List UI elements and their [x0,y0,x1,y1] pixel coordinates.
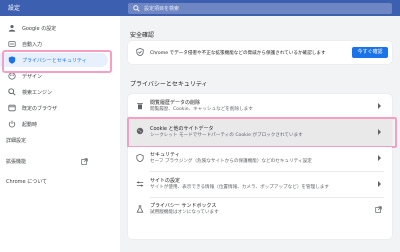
privacy-card-lower: セキュリティ セーフ ブラウジング（危険なサイトからの保護機能）などのセキュリテ… [128,147,392,223]
check-now-button[interactable]: 今すぐ確認 [352,47,388,58]
trash-icon [137,103,143,110]
sidebar-item-default-browser[interactable]: 既定のブラウザ [0,101,120,115]
highlight-box [2,50,112,73]
section-title-safety: 安全確認 [130,32,155,39]
row-subtitle: セーフ ブラウジング（危険なサイトからの保護機能）などのセキュリティ設定 [150,159,312,164]
safety-check-card: Chrome でデータ侵害や不正な拡張機能などの脅威から保護されているか確認しま… [128,41,392,64]
search-placeholder: 設定項目を検索 [144,6,180,12]
sidebar-item-google[interactable]: Google の設定 [0,21,120,35]
section-title-privacy: プライバシーとセキュリティ [130,81,208,88]
row-title: セキュリティ [150,152,180,158]
sliders-icon [136,181,144,187]
list-item-privacy-sandbox[interactable]: プライバシー サンドボックス 試用版機能はオンになっています [128,198,392,222]
row-title: プライバシー サンドボックス [150,203,217,209]
sidebar-item-label: デザイン [22,74,43,80]
palette-icon [8,72,16,80]
sidebar-item-autofill[interactable]: 自動入力 [0,37,120,51]
row-title: 閲覧履歴データの削除 [150,100,201,106]
sidebar-advanced[interactable]: 詳細設定 [6,137,26,144]
sidebar-item-label: 既定のブラウザ [22,106,58,112]
flask-icon [136,205,144,213]
chevron-right-icon [378,103,381,109]
chevron-right-icon [378,181,381,187]
shield-check-icon [136,48,144,56]
search-icon [8,88,16,96]
shield-outline-icon [136,154,144,162]
person-icon [8,24,16,32]
search-icon [133,5,140,12]
open-in-new-icon[interactable] [81,158,88,165]
browser-icon [8,104,16,112]
list-item-site-settings[interactable]: サイトの設定 サイトが使用、表示できる情報（位置情報、カメラ、ポップアップなど）… [128,172,392,196]
sidebar-item-startup[interactable]: 起動時 [0,117,120,131]
sidebar-item-label: 自動入力 [22,42,43,48]
row-subtitle: サイトが使用、表示できる情報（位置情報、カメラ、ポップアップなど）を管理します [150,185,329,190]
list-item-clear-browsing-data[interactable]: 閲覧履歴データの削除 閲覧履歴、Cookie、キャッシュなどを削除します [128,94,392,118]
sidebar-item-label: 起動時 [22,122,38,128]
sidebar-about-chrome[interactable]: Chrome について [6,178,47,185]
row-subtitle: 閲覧履歴、Cookie、キャッシュなどを削除します [150,107,253,112]
open-in-new-icon [375,206,382,213]
row-subtitle: 試用版機能はオンになっています [150,210,219,215]
autofill-icon [8,41,16,47]
sidebar-item-label: Google の設定 [22,26,57,32]
row-title: サイトの設定 [150,178,181,184]
power-icon [8,120,16,128]
app-title: 設定 [8,5,21,12]
chevron-right-icon [378,155,381,161]
safety-description: Chrome でデータ侵害や不正な拡張機能などの脅威から保護されているか確認しま… [150,51,326,56]
settings-search-input[interactable]: 設定項目を検索 [128,3,392,14]
highlight-box [127,117,397,148]
sidebar-item-label: 検索エンジン [22,90,53,96]
list-item-security[interactable]: セキュリティ セーフ ブラウジング（危険なサイトからの保護機能）などのセキュリテ… [128,147,392,171]
sidebar-item-search-engine[interactable]: 検索エンジン [0,85,120,99]
top-header: 設定 設定項目を検索 [0,0,400,16]
sidebar-extensions[interactable]: 拡張機能 [6,158,26,165]
